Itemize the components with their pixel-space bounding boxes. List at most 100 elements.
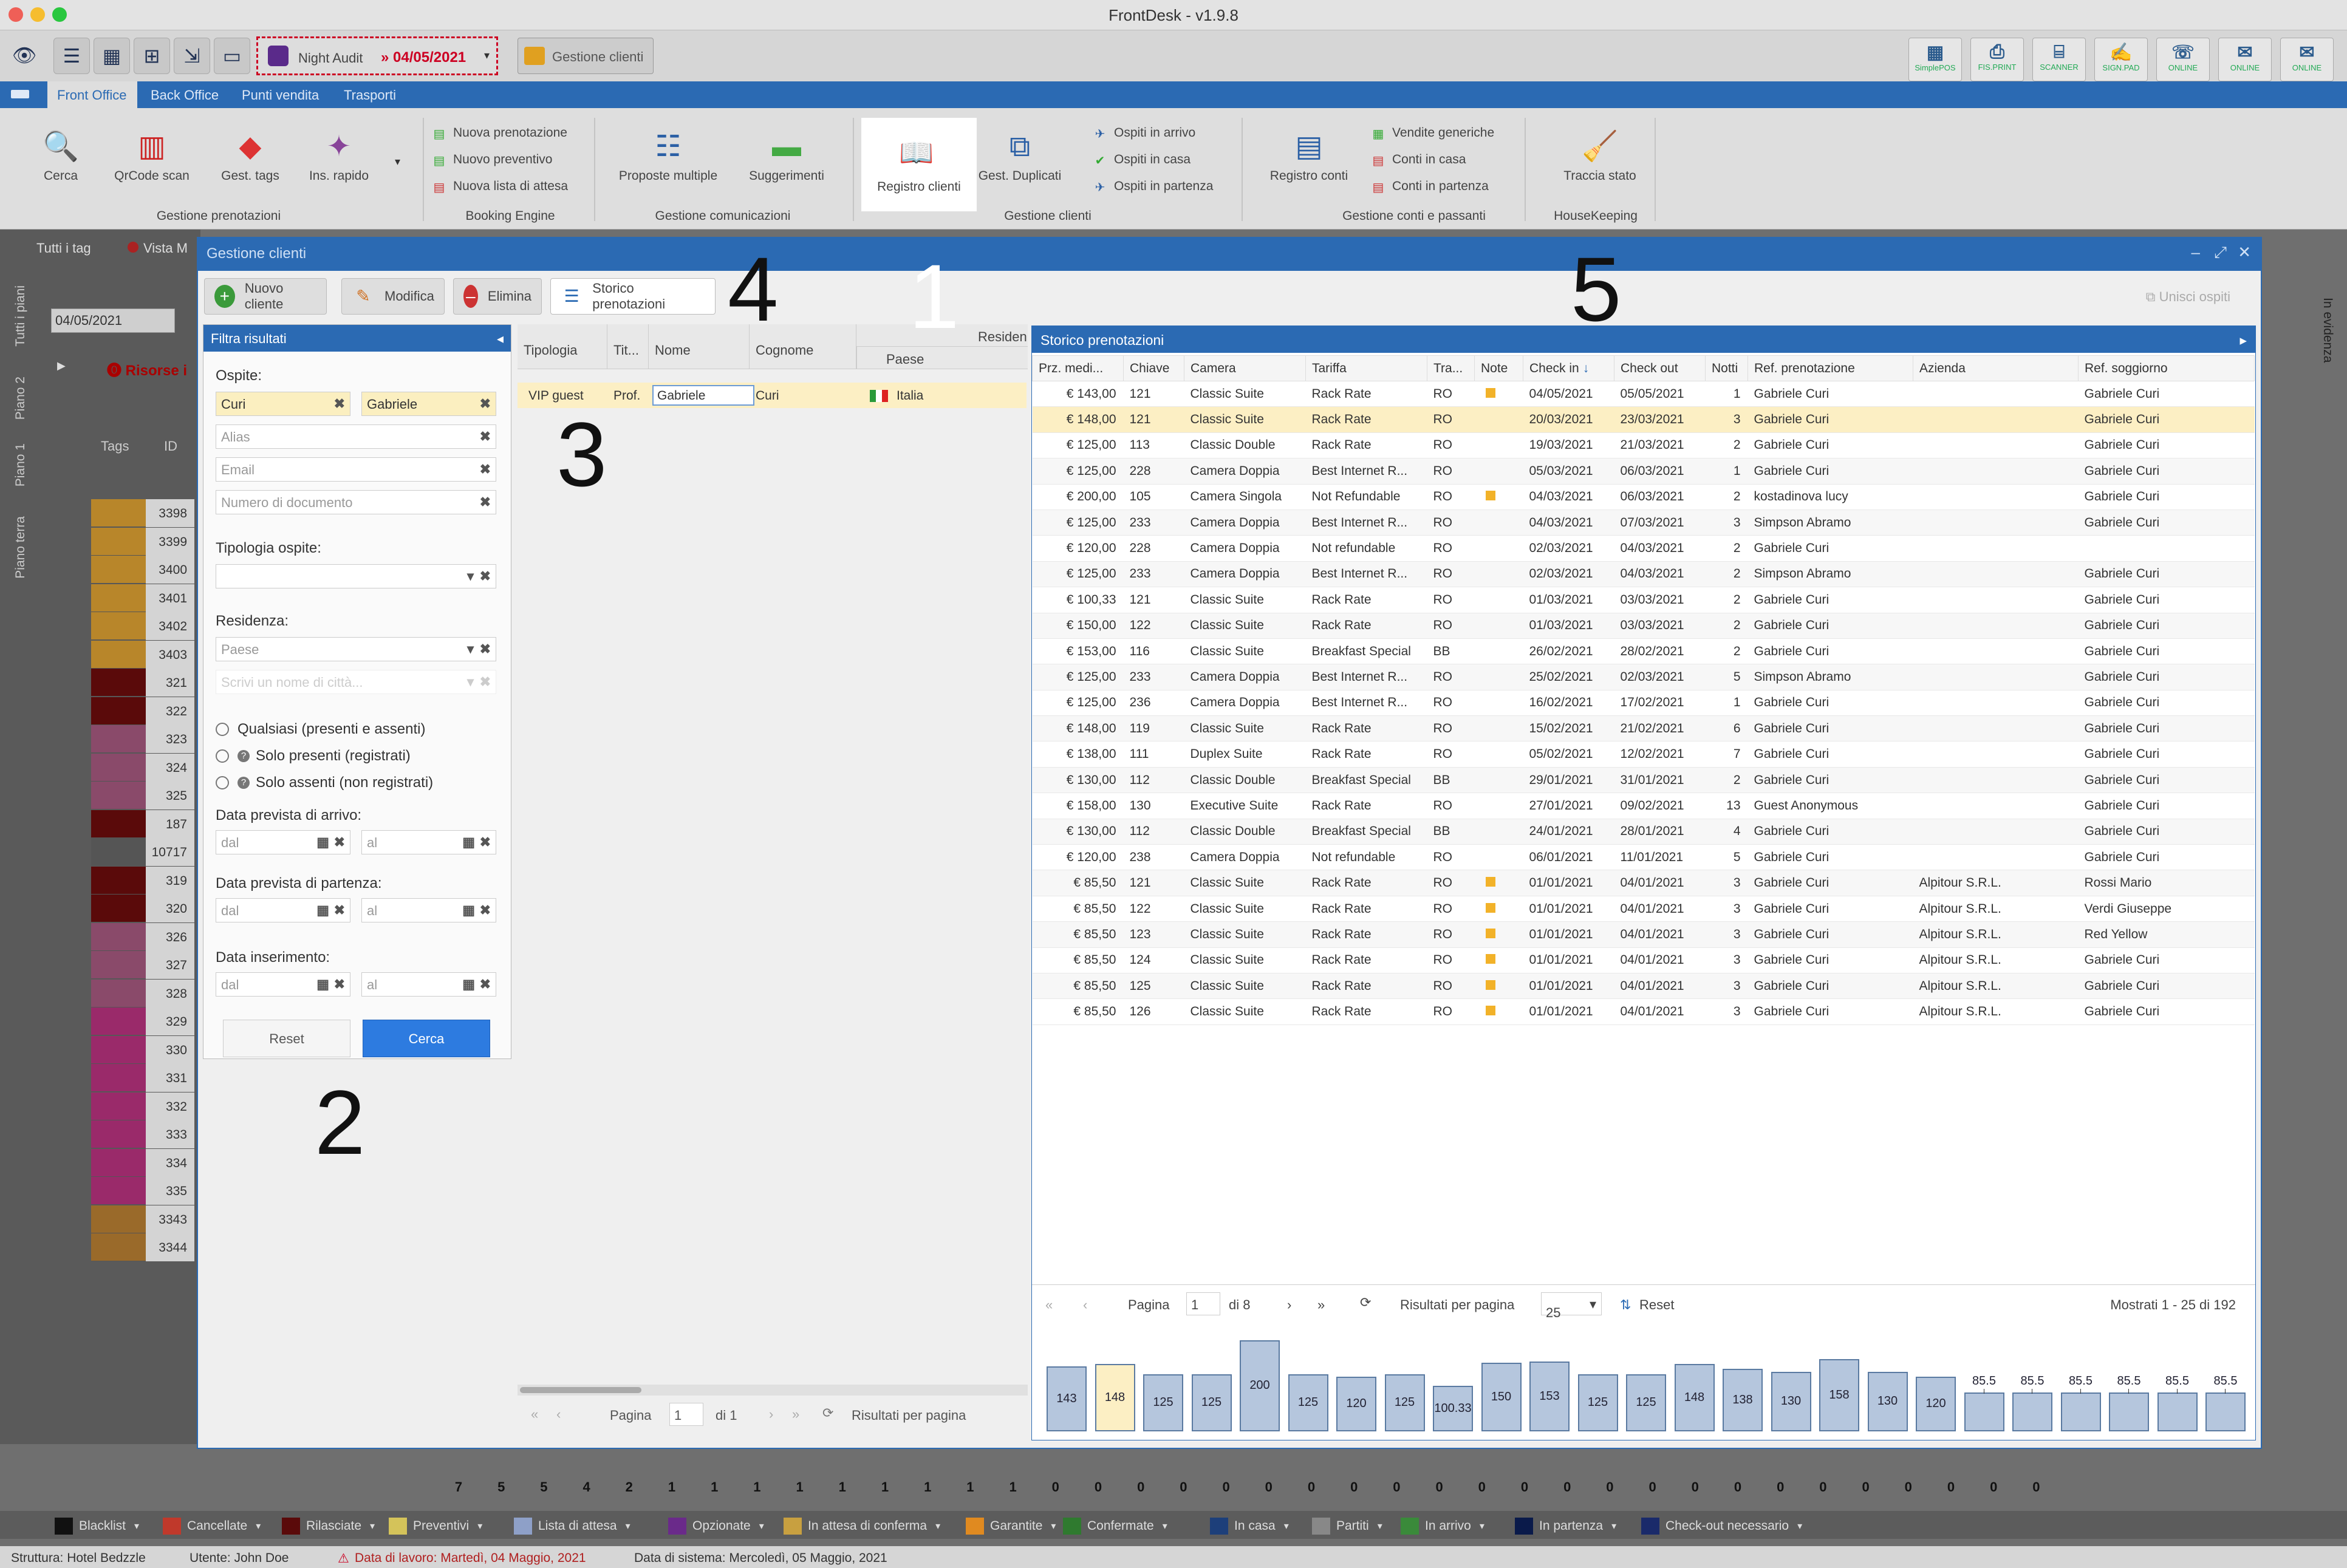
col-header[interactable]: Check out xyxy=(1614,355,1706,381)
resource-id[interactable]: 326 xyxy=(146,922,194,951)
chevron-down-icon[interactable]: ▾ xyxy=(1163,1520,1167,1532)
clear-icon[interactable]: ✖ xyxy=(480,568,491,584)
col-titolo[interactable]: Tit... xyxy=(607,324,649,369)
unisci-ospiti-button[interactable]: ⧉ Unisci ospiti xyxy=(2146,289,2230,305)
note-icon[interactable] xyxy=(1485,902,1495,913)
sort-reset-icon[interactable]: ⇅ xyxy=(1620,1297,1631,1313)
ins-rapido-button[interactable]: ✦ Ins. rapido xyxy=(302,130,375,183)
chevron-down-icon[interactable]: ▾ xyxy=(370,1520,375,1532)
cerca-submit-button[interactable]: Cerca xyxy=(363,1020,490,1057)
chart-bar[interactable] xyxy=(2157,1392,2198,1431)
table-row[interactable]: € 85,50 125 Classic Suite Rack Rate RO 01/01/… xyxy=(1032,973,2255,1000)
arrivo-al-input[interactable]: al ▦ ✖ xyxy=(361,830,496,854)
chart-bar[interactable] xyxy=(2012,1392,2052,1431)
scrollbar-thumb[interactable] xyxy=(520,1387,641,1393)
planner-date-input[interactable]: 04/05/2021 xyxy=(51,308,175,333)
tab-tutti-i-piani[interactable]: Tutti i piani xyxy=(13,285,28,347)
table-row[interactable]: € 148,00 121 Classic Suite Rack Rate RO 20/03… xyxy=(1032,406,2255,433)
note-icon[interactable] xyxy=(1485,387,1495,398)
resource-id[interactable]: 3343 xyxy=(146,1205,194,1233)
resource-id[interactable]: 10717 xyxy=(146,838,194,866)
calendar-icon[interactable]: ▦ xyxy=(462,977,475,992)
chevron-down-icon[interactable]: ▾ xyxy=(395,155,400,168)
legend-item[interactable]: Opzionate ▾ xyxy=(668,1517,764,1535)
note-icon[interactable] xyxy=(1485,1006,1495,1016)
tab-piano-terra[interactable]: Piano terra xyxy=(13,516,28,579)
refresh-icon[interactable]: ⟳ xyxy=(822,1405,833,1421)
clear-icon[interactable]: ✖ xyxy=(334,396,345,412)
clear-icon[interactable]: ✖ xyxy=(480,396,491,412)
legend-item[interactable]: In attesa di conferma ▾ xyxy=(784,1517,940,1535)
tab-back-office[interactable]: Back Office xyxy=(151,87,219,103)
table-row[interactable]: € 150,00 122 Classic Suite Rack Rate RO 01/03… xyxy=(1032,613,2255,639)
clear-icon[interactable]: ✖ xyxy=(480,834,491,850)
per-page-select[interactable]: 25 ▾ xyxy=(1541,1292,1602,1320)
resource-id[interactable]: 327 xyxy=(146,951,194,979)
vendite-generiche-item[interactable]: ▦ Vendite generiche xyxy=(1372,124,1495,142)
note-icon[interactable] xyxy=(1485,954,1495,964)
table-row[interactable]: € 120,00 238 Camera Doppia Not refundable RO… xyxy=(1032,844,2255,871)
calendar-view-icon[interactable]: ▦ xyxy=(94,38,130,74)
resource-id[interactable]: 187 xyxy=(146,810,194,838)
resource-id[interactable]: 329 xyxy=(146,1007,194,1035)
resource-id[interactable]: 332 xyxy=(146,1092,194,1120)
chevron-down-icon[interactable]: ▾ xyxy=(134,1520,139,1532)
clear-icon[interactable]: ✖ xyxy=(480,641,491,657)
gest-duplicati-button[interactable]: ⧉ Gest. Duplicati xyxy=(974,130,1065,183)
alias-input[interactable]: Alias ✖ xyxy=(216,424,496,449)
legend-item[interactable]: Partiti ▾ xyxy=(1312,1517,1382,1535)
resource-id[interactable]: 320 xyxy=(146,895,194,922)
monitor-icon[interactable]: ▭ xyxy=(214,38,250,74)
inserimento-al-input[interactable]: al ▦ ✖ xyxy=(361,972,496,997)
tab-punti-vendita[interactable]: Punti vendita xyxy=(242,87,319,103)
clear-icon[interactable]: ✖ xyxy=(480,902,491,918)
tab-piano-2[interactable]: Piano 2 xyxy=(13,377,28,420)
chevron-right-icon[interactable]: ▶ xyxy=(57,360,66,372)
list-view-icon[interactable]: ☰ xyxy=(53,38,90,74)
legend-item[interactable]: Rilasciate ▾ xyxy=(282,1517,375,1535)
ospiti-casa-item[interactable]: ✔ Ospiti in casa xyxy=(1093,151,1191,169)
qrcode-scan-button[interactable]: ▥ QrCode scan xyxy=(109,130,194,183)
note-icon[interactable] xyxy=(1485,877,1495,887)
clear-icon[interactable]: ✖ xyxy=(334,977,345,992)
resource-id[interactable]: 3402 xyxy=(146,612,194,640)
inserimento-dal-input[interactable]: dal ▦ ✖ xyxy=(216,972,350,997)
partenza-dal-input[interactable]: dal ▦ ✖ xyxy=(216,898,350,922)
conti-partenza-item[interactable]: ▤ Conti in partenza xyxy=(1372,177,1489,196)
online-phone-button[interactable]: ☏ ONLINE xyxy=(2156,38,2210,81)
table-row[interactable]: € 125,00 113 Classic Double Rack Rate RO 19/0… xyxy=(1032,432,2255,459)
chevron-down-icon[interactable]: ▾ xyxy=(256,1520,261,1532)
table-row[interactable]: € 85,50 124 Classic Suite Rack Rate RO 01/01/… xyxy=(1032,947,2255,973)
nuova-prenotazione-item[interactable]: ▤ Nuova prenotazione xyxy=(432,124,567,142)
conti-casa-item[interactable]: ▤ Conti in casa xyxy=(1372,151,1466,169)
col-header[interactable]: Ref. soggiorno xyxy=(2078,355,2255,381)
page-input[interactable]: 1 xyxy=(1186,1292,1220,1315)
first-page-icon[interactable]: « xyxy=(531,1406,538,1422)
clear-icon[interactable]: ✖ xyxy=(480,429,491,445)
legend-item[interactable]: Check-out necessario ▾ xyxy=(1641,1517,1802,1535)
tab-vista[interactable]: Vista M xyxy=(128,240,188,256)
clear-icon[interactable]: ✖ xyxy=(334,834,345,850)
fiscal-print-button[interactable]: ⎙ FIS.PRINT xyxy=(1970,38,2024,81)
online-chat-button[interactable]: ✉ ONLINE xyxy=(2218,38,2272,81)
next-page-icon[interactable]: › xyxy=(769,1406,773,1422)
gestione-clienti-tab[interactable]: Gestione clienti xyxy=(518,38,654,74)
calendar-icon[interactable]: ▦ xyxy=(462,902,475,918)
radio-qualsiasi[interactable]: Qualsiasi (presenti e assenti) xyxy=(216,721,425,738)
table-row[interactable]: € 100,33 121 Classic Suite Rack Rate RO 01/03… xyxy=(1032,587,2255,613)
table-row[interactable]: € 120,00 228 Camera Doppia Not refundable RO… xyxy=(1032,535,2255,562)
tab-tutti-i-tag[interactable]: Tutti i tag xyxy=(36,240,91,256)
table-row[interactable]: € 125,00 228 Camera Doppia Best Internet R.… xyxy=(1032,458,2255,485)
traccia-stato-button[interactable]: 🧹 Traccia stato xyxy=(1551,130,1648,183)
calendar-icon[interactable]: ▦ xyxy=(462,834,475,850)
table-row[interactable]: € 85,50 121 Classic Suite Rack Rate RO 01/01/… xyxy=(1032,870,2255,896)
resource-id[interactable]: 323 xyxy=(146,725,194,753)
table-row[interactable]: € 85,50 123 Classic Suite Rack Rate RO 01/01/… xyxy=(1032,921,2255,948)
night-audit-button[interactable]: Night Audit » 04/05/2021 ▾ xyxy=(256,36,498,75)
col-header[interactable]: Azienda xyxy=(1913,355,2079,381)
calendar-icon[interactable]: ▦ xyxy=(316,834,329,850)
grid-view-icon[interactable]: ⊞ xyxy=(134,38,170,74)
tab-trasporti[interactable]: Trasporti xyxy=(344,87,396,103)
note-icon[interactable] xyxy=(1485,491,1495,501)
legend-item[interactable]: In casa ▾ xyxy=(1210,1517,1289,1535)
